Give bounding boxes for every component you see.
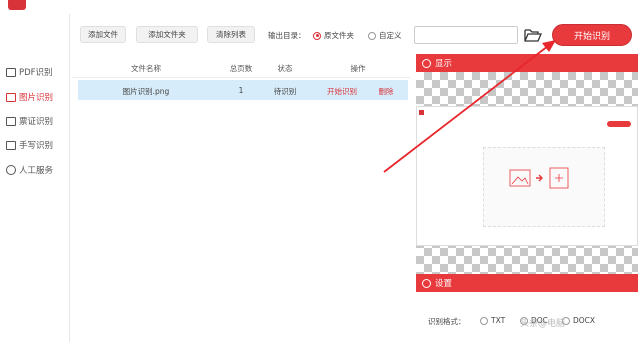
sidebar-item-label: 人工服务 <box>19 166 54 176</box>
handwriting-icon <box>6 140 16 150</box>
format-label: 识别格式： <box>428 317 466 326</box>
page-count: 1 <box>238 86 244 95</box>
app-logo-icon <box>8 0 26 10</box>
radio-unchecked-icon <box>480 316 488 325</box>
sidebar-item-label: 手写识别 <box>19 141 54 151</box>
preview-image-placeholder-icon <box>509 167 569 189</box>
output-path-input[interactable] <box>414 26 518 44</box>
row-delete-button[interactable]: 删除 <box>379 86 394 97</box>
preview-drop-zone <box>483 147 605 227</box>
sidebar-item-label: 图片识别 <box>19 93 54 103</box>
format-option-label: DOCX <box>573 316 596 325</box>
add-folder-button[interactable]: 添加文件夹 <box>136 26 198 43</box>
radio-label: 自定义 <box>379 31 402 40</box>
sidebar-item-image[interactable]: 图片识别 <box>6 89 53 105</box>
settings-header-label: 设置 <box>435 279 453 289</box>
preview-logo-icon <box>419 110 424 115</box>
sidebar-item-handwriting[interactable]: 手写识别 <box>6 137 53 153</box>
start-recognition-button[interactable]: 开始识别 <box>552 24 632 46</box>
sidebar-item-label: 票证识别 <box>19 117 54 127</box>
preview-header: 显示 <box>416 54 638 72</box>
format-option-label: TXT <box>491 316 506 325</box>
column-header-pages: 总页数 <box>229 64 253 73</box>
add-file-button[interactable]: 添加文件 <box>80 26 126 43</box>
image-icon <box>6 92 16 102</box>
preview-image <box>416 106 638 246</box>
settings-header: 设置 <box>416 274 638 292</box>
preview-start-button-shape <box>607 121 631 127</box>
smile-icon <box>6 165 16 175</box>
watermark: 头条@电脑 <box>520 319 566 329</box>
output-dir-label: 输出目录： <box>268 31 306 40</box>
toolbar: 添加文件 添加文件夹 清除列表 输出目录： 原文件夹 自定义 开始识别 <box>70 14 638 54</box>
right-panel: 显示 设置 识别格式： TXT DOC DOCX <box>416 54 638 342</box>
sidebar: PDF识别 图片识别 票证识别 手写识别 人工服务 <box>0 14 70 342</box>
gear-icon <box>422 278 431 288</box>
pdf-icon <box>6 67 16 77</box>
column-header-filename: 文件名称 <box>131 64 161 73</box>
file-table: 文件名称 总页数 状态 操作 图片识别.png 1 待识别 开始识别 删除 <box>72 56 410 342</box>
sidebar-item-ticket[interactable]: 票证识别 <box>6 113 53 129</box>
radio-unchecked-icon <box>368 31 376 40</box>
preview-header-label: 显示 <box>435 59 453 69</box>
sidebar-item-service[interactable]: 人工服务 <box>6 162 53 178</box>
radio-custom-folder[interactable]: 自定义 <box>368 30 402 41</box>
radio-original-folder[interactable]: 原文件夹 <box>313 30 354 41</box>
table-row[interactable]: 图片识别.png 1 待识别 开始识别 删除 <box>78 80 408 100</box>
file-name: 图片识别.png <box>122 87 170 96</box>
row-start-button[interactable]: 开始识别 <box>327 86 357 97</box>
column-header-actions: 操作 <box>350 64 366 73</box>
format-radio-docx[interactable]: DOCX <box>562 316 595 325</box>
folder-open-icon[interactable] <box>523 26 543 44</box>
clear-list-button[interactable]: 清除列表 <box>207 26 255 43</box>
eye-icon <box>422 58 431 68</box>
title-bar <box>0 0 638 14</box>
table-header: 文件名称 总页数 状态 操作 <box>72 56 410 78</box>
status-text: 待识别 <box>273 87 297 96</box>
radio-label: 原文件夹 <box>324 31 354 40</box>
radio-checked-icon <box>313 31 321 40</box>
column-header-status: 状态 <box>277 64 293 73</box>
sidebar-item-label: PDF识别 <box>19 68 53 78</box>
sidebar-item-pdf[interactable]: PDF识别 <box>6 64 53 80</box>
format-radio-txt[interactable]: TXT <box>480 316 505 325</box>
ticket-icon <box>6 116 16 126</box>
